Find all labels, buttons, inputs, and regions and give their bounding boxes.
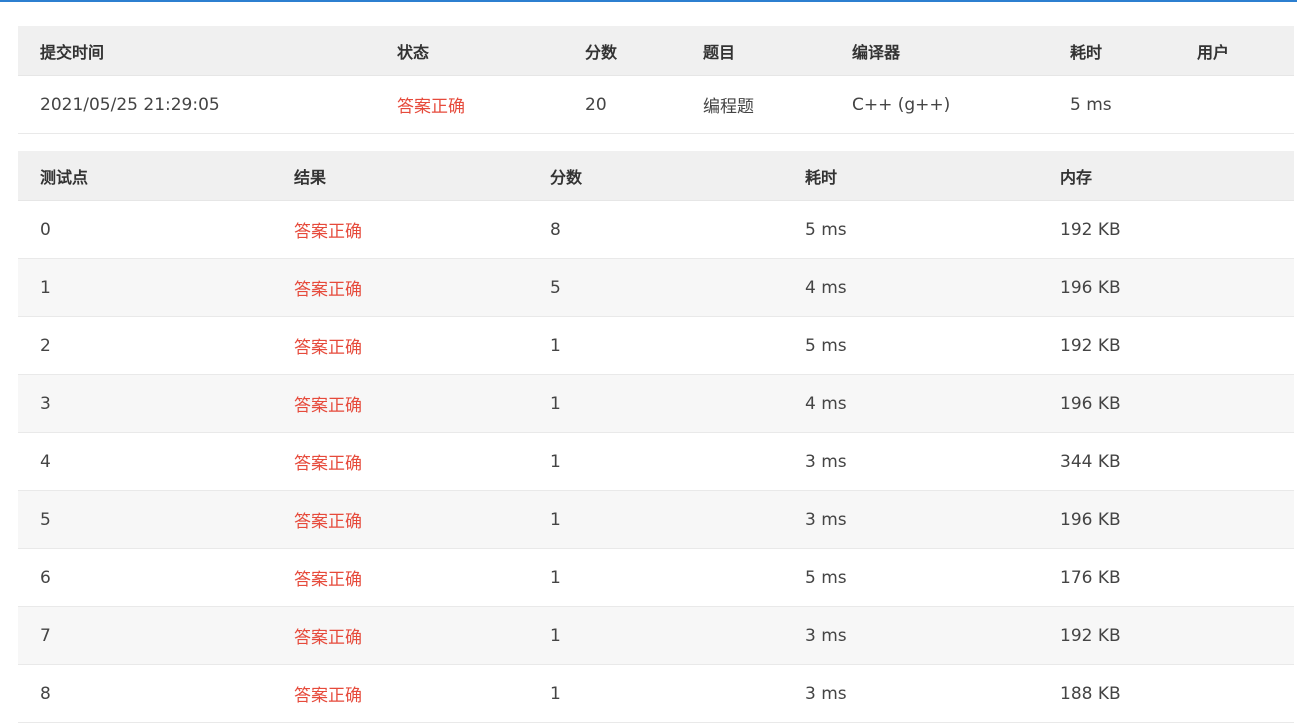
table-row: 7 答案正确 1 3 ms 192 KB <box>18 606 1294 665</box>
testcase-score: 1 <box>528 664 783 723</box>
testcase-id: 4 <box>18 432 272 491</box>
submission-header-row: 提交时间 状态 分数 题目 编译器 耗时 用户 <box>18 26 1294 76</box>
table-row: 5 答案正确 1 3 ms 196 KB <box>18 490 1294 549</box>
testcase-memory: 196 KB <box>1038 490 1294 549</box>
table-row: 2 答案正确 1 5 ms 192 KB <box>18 316 1294 375</box>
testcase-header-row: 测试点 结果 分数 耗时 内存 <box>18 151 1294 201</box>
table-row: 8 答案正确 1 3 ms 188 KB <box>18 664 1294 723</box>
submission-row: 2021/05/25 21:29:05 答案正确 20 编程题 C++ (g++… <box>18 75 1294 134</box>
submission-duration: 5 ms <box>1048 75 1175 134</box>
testcase-duration: 5 ms <box>783 316 1038 375</box>
testcase-memory: 196 KB <box>1038 258 1294 317</box>
testcase-score: 1 <box>528 374 783 433</box>
testcase-score: 1 <box>528 316 783 375</box>
header-testcase: 测试点 <box>18 151 272 201</box>
header-submit-time: 提交时间 <box>18 26 375 76</box>
testcase-result: 答案正确 <box>272 316 528 375</box>
header-compiler: 编译器 <box>830 26 1048 76</box>
testcase-result: 答案正确 <box>272 606 528 665</box>
testcase-result: 答案正确 <box>272 200 528 259</box>
table-row: 6 答案正确 1 5 ms 176 KB <box>18 548 1294 607</box>
table-row: 4 答案正确 1 3 ms 344 KB <box>18 432 1294 491</box>
header-user: 用户 <box>1175 26 1294 76</box>
testcase-score: 5 <box>528 258 783 317</box>
testcase-score: 1 <box>528 606 783 665</box>
testcase-memory: 192 KB <box>1038 606 1294 665</box>
testcase-id: 0 <box>18 200 272 259</box>
table-row: 1 答案正确 5 4 ms 196 KB <box>18 258 1294 317</box>
testcase-id: 3 <box>18 374 272 433</box>
testcase-result: 答案正确 <box>272 490 528 549</box>
testcase-memory: 192 KB <box>1038 316 1294 375</box>
testcase-memory: 196 KB <box>1038 374 1294 433</box>
testcase-score: 8 <box>528 200 783 259</box>
submission-status: 答案正确 <box>375 75 563 134</box>
testcase-score: 1 <box>528 548 783 607</box>
table-row: 3 答案正确 1 4 ms 196 KB <box>18 374 1294 433</box>
submission-table: 提交时间 状态 分数 题目 编译器 耗时 用户 2021/05/25 21:29… <box>18 26 1294 134</box>
testcase-id: 2 <box>18 316 272 375</box>
testcase-memory: 344 KB <box>1038 432 1294 491</box>
header-testcase-score: 分数 <box>528 151 783 201</box>
header-duration: 耗时 <box>1048 26 1175 76</box>
header-problem: 题目 <box>681 26 830 76</box>
submission-compiler: C++ (g++) <box>830 75 1048 134</box>
table-row: 0 答案正确 8 5 ms 192 KB <box>18 200 1294 259</box>
testcase-duration: 3 ms <box>783 606 1038 665</box>
testcase-duration: 5 ms <box>783 200 1038 259</box>
testcase-id: 1 <box>18 258 272 317</box>
testcase-id: 5 <box>18 490 272 549</box>
submission-score: 20 <box>563 75 681 134</box>
testcase-result: 答案正确 <box>272 432 528 491</box>
testcase-id: 6 <box>18 548 272 607</box>
header-status: 状态 <box>375 26 563 76</box>
testcase-result: 答案正确 <box>272 548 528 607</box>
submission-user <box>1175 75 1294 134</box>
testcase-score: 1 <box>528 490 783 549</box>
testcase-memory: 192 KB <box>1038 200 1294 259</box>
testcase-id: 8 <box>18 664 272 723</box>
testcase-table: 测试点 结果 分数 耗时 内存 0 答案正确 8 5 ms 192 KB 1 答… <box>18 151 1294 723</box>
testcase-result: 答案正确 <box>272 258 528 317</box>
header-score: 分数 <box>563 26 681 76</box>
testcase-result: 答案正确 <box>272 664 528 723</box>
top-accent-bar <box>0 0 1297 2</box>
submit-time: 2021/05/25 21:29:05 <box>18 75 375 134</box>
testcase-duration: 4 ms <box>783 374 1038 433</box>
testcase-memory: 188 KB <box>1038 664 1294 723</box>
testcase-id: 7 <box>18 606 272 665</box>
header-memory: 内存 <box>1038 151 1294 201</box>
testcase-duration: 3 ms <box>783 490 1038 549</box>
testcase-duration: 5 ms <box>783 548 1038 607</box>
testcase-memory: 176 KB <box>1038 548 1294 607</box>
testcase-duration: 3 ms <box>783 664 1038 723</box>
testcase-score: 1 <box>528 432 783 491</box>
testcase-duration: 4 ms <box>783 258 1038 317</box>
header-testcase-duration: 耗时 <box>783 151 1038 201</box>
header-result: 结果 <box>272 151 528 201</box>
testcase-result: 答案正确 <box>272 374 528 433</box>
testcase-duration: 3 ms <box>783 432 1038 491</box>
submission-problem: 编程题 <box>681 75 830 134</box>
